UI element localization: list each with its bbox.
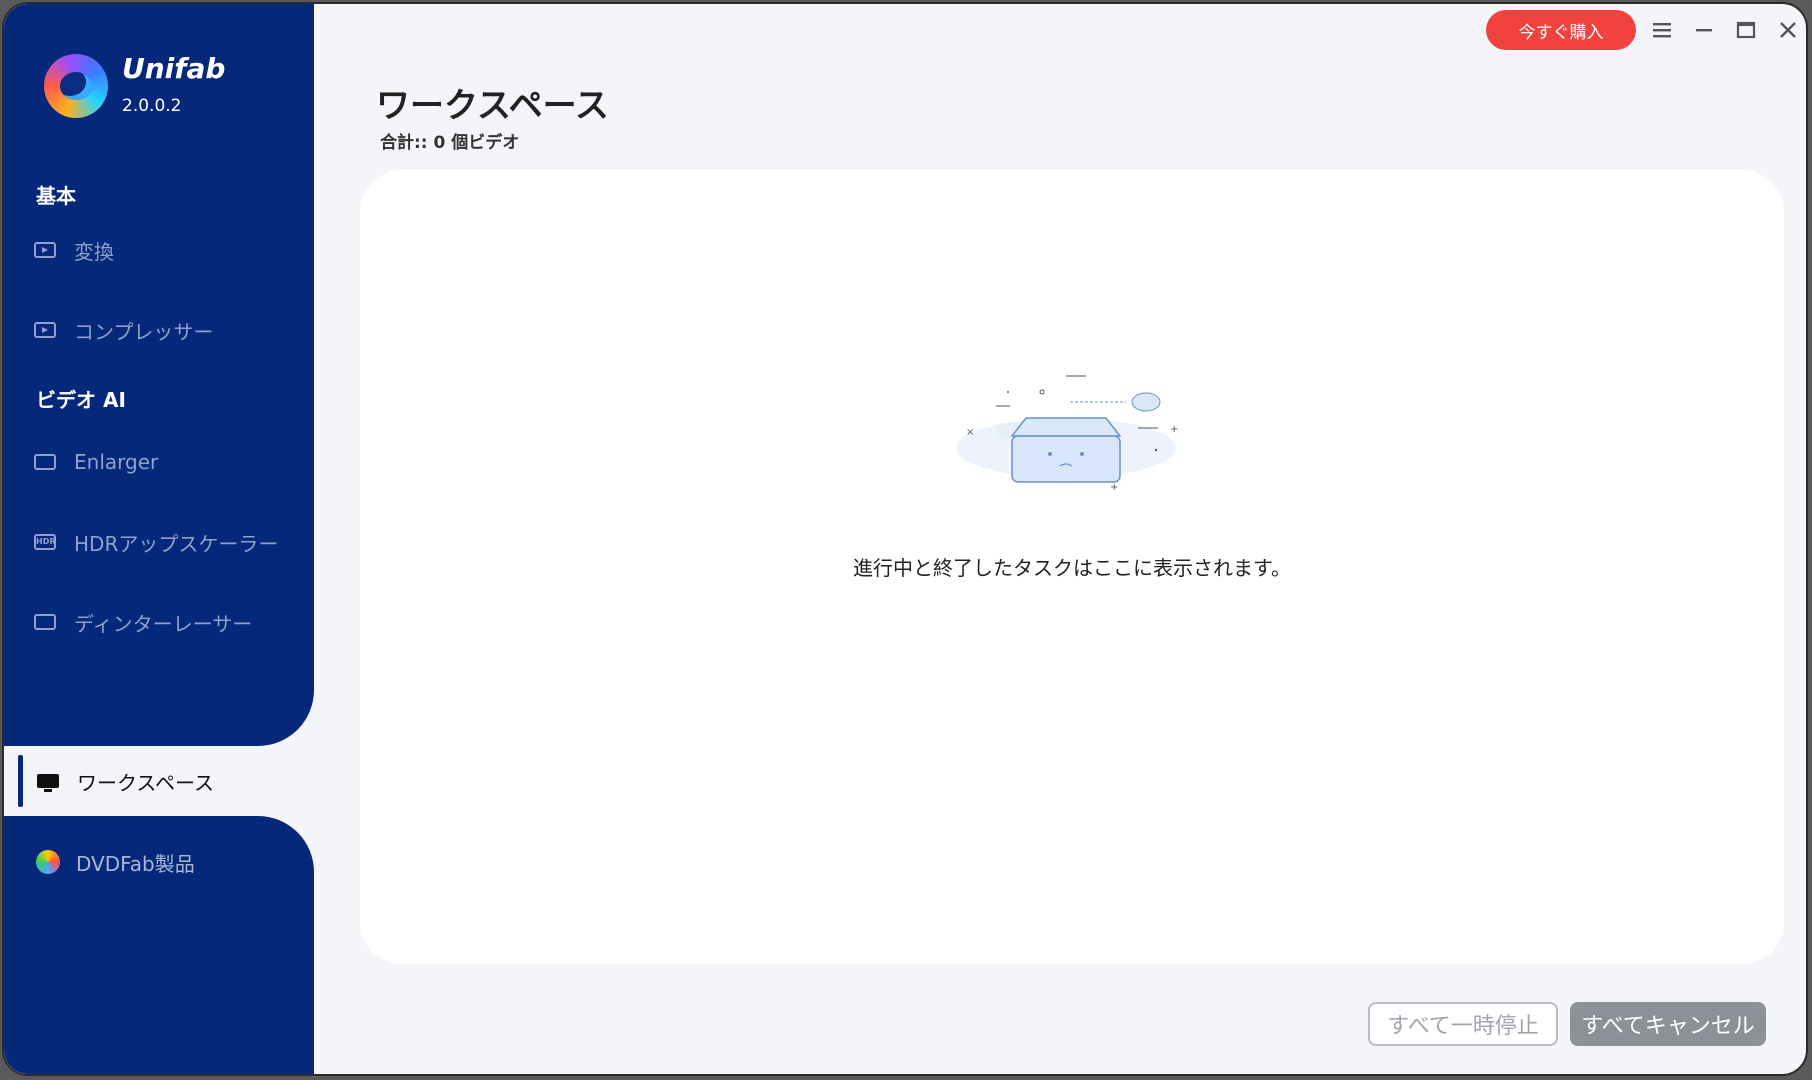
section-basic: 基本 (36, 184, 76, 208)
sidebar-item-enlarger[interactable]: Enlarger (34, 444, 158, 480)
close-icon[interactable] (1776, 18, 1800, 42)
empty-box-illustration-icon: × + + (956, 375, 1178, 493)
buy-now-button[interactable]: 今すぐ購入 (1486, 10, 1636, 50)
app-window: Unifab 2.0.0.2 基本 変換 コンプレッサー ビデオ AI Enla… (2, 2, 1808, 1076)
app-version: 2.0.0.2 (122, 96, 182, 116)
maximize-icon[interactable] (1734, 18, 1758, 42)
unifab-logo-icon (44, 54, 108, 118)
menu-icon[interactable] (1650, 18, 1674, 42)
sidebar-item-label: HDRアップスケーラー (74, 531, 279, 556)
cancel-all-button[interactable]: すべてキャンセル (1570, 1002, 1766, 1046)
app-name: Unifab (122, 52, 226, 85)
empty-message: 進行中と終了したタスクはここに表示されます。 (853, 556, 1291, 580)
sidebar-item-label: Enlarger (74, 450, 159, 474)
sidebar-item-convert[interactable]: 変換 (34, 232, 114, 268)
sidebar-item-workspace[interactable]: ワークスペース (18, 755, 214, 807)
compressor-icon (34, 322, 56, 338)
sidebar: Unifab 2.0.0.2 基本 変換 コンプレッサー ビデオ AI Enla… (4, 4, 314, 1074)
deinterlacer-icon (34, 614, 56, 630)
monitor-icon (37, 774, 59, 792)
sidebar-bottom: DVDFab製品 (4, 816, 314, 1074)
sidebar-item-label: コンプレッサー (74, 319, 214, 344)
sidebar-item-deinterlacer[interactable]: ディンターレーサー (34, 604, 252, 640)
page-title: ワークスペース (376, 86, 609, 126)
enlarger-icon (34, 454, 56, 470)
sidebar-item-label: ディンターレーサー (74, 611, 253, 636)
active-indicator (18, 755, 23, 807)
pause-all-button[interactable]: すべて一時停止 (1368, 1002, 1558, 1046)
dvdfab-icon (36, 850, 60, 874)
sidebar-item-compressor[interactable]: コンプレッサー (34, 312, 213, 348)
convert-icon (34, 242, 56, 258)
sidebar-item-hdr-upscaler[interactable]: HDR HDRアップスケーラー (34, 524, 278, 560)
sidebar-item-label: 変換 (74, 239, 114, 264)
svg-text:×: × (966, 427, 974, 438)
video-count: 合計:: 0 個ビデオ (380, 133, 520, 153)
hdr-icon: HDR (34, 534, 56, 550)
sidebar-item-label: DVDFab製品 (76, 851, 195, 876)
minimize-icon[interactable] (1692, 18, 1716, 42)
task-panel: × + + 進行中と終了したタスクはここに表示されます。 (360, 170, 1784, 964)
sidebar-top: Unifab 2.0.0.2 基本 変換 コンプレッサー ビデオ AI Enla… (4, 4, 314, 746)
sidebar-item-dvdfab[interactable]: DVDFab製品 (36, 844, 195, 880)
svg-text:+: + (1170, 424, 1178, 435)
svg-text:+: + (1110, 482, 1118, 493)
sidebar-item-label: ワークスペース (77, 770, 214, 795)
section-video-ai: ビデオ AI (36, 388, 126, 412)
